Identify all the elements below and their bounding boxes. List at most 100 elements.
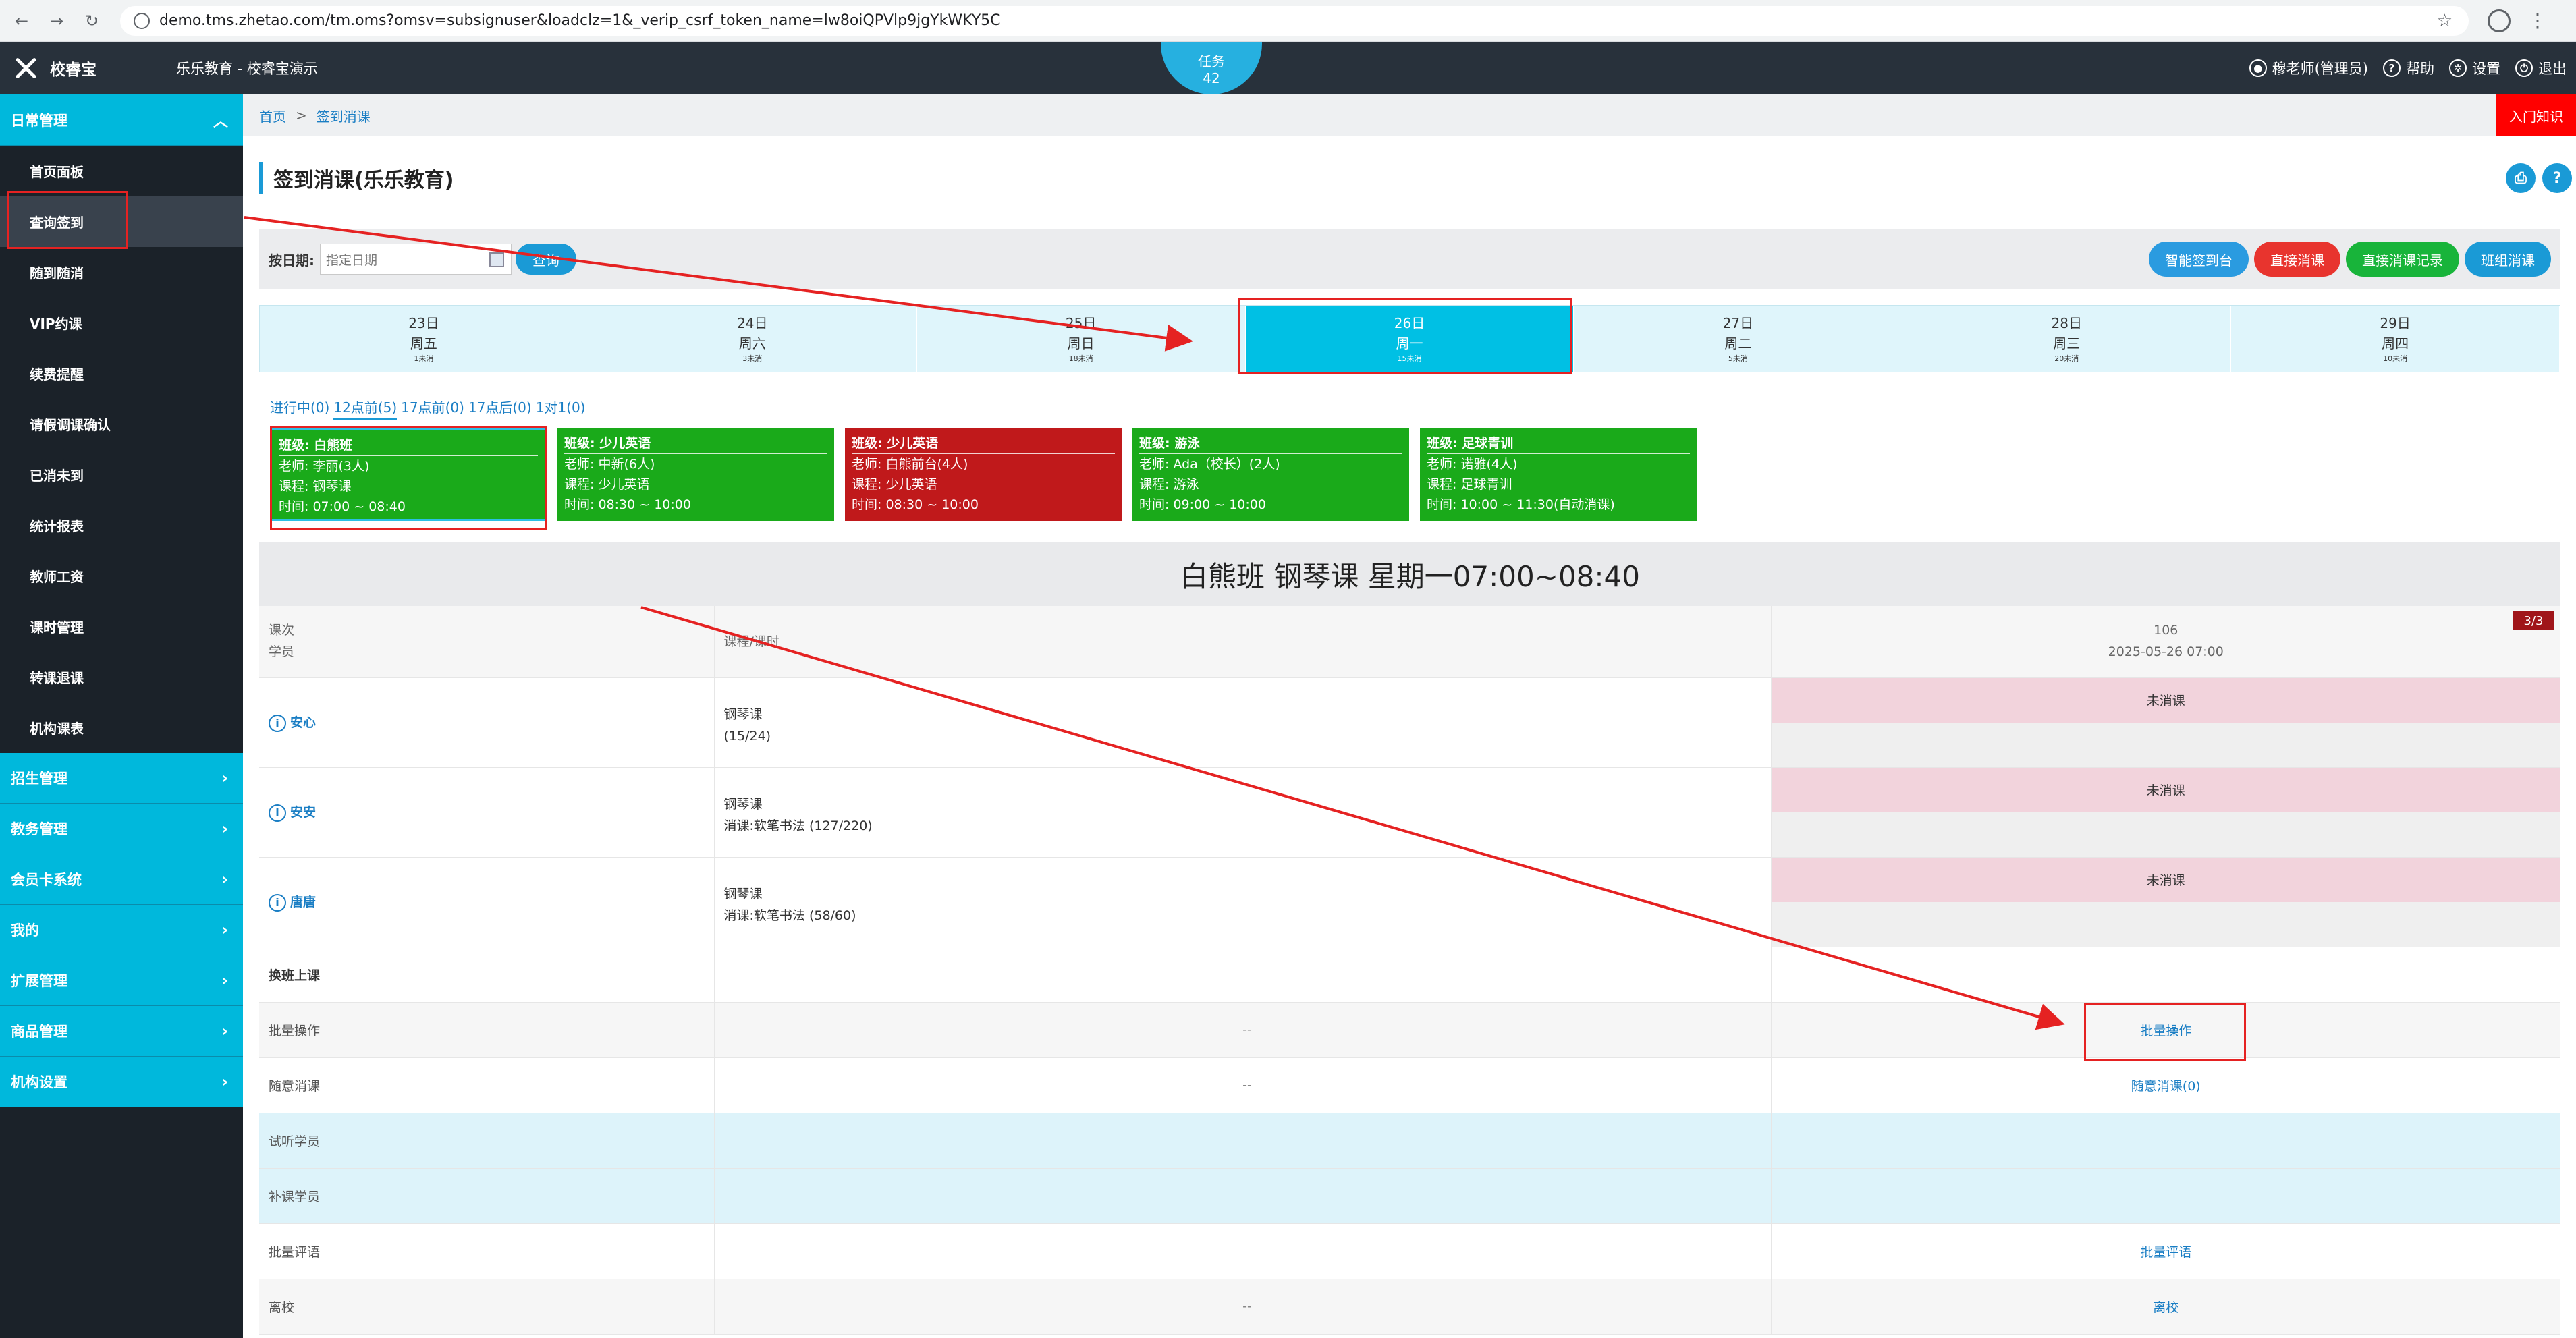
class-card-time: 时间: 08:30 ~ 10:00 [852,497,979,512]
question-icon: ? [2552,169,2562,187]
sidebar-cat-label: 会员卡系统 [11,872,82,888]
sidebar-item-instant[interactable]: 随到随消 [0,247,243,298]
row-placeholder: -- [713,1057,1771,1113]
day-cell[interactable]: 24日 周六 3未消 [588,306,917,372]
student-name[interactable]: 安安 [290,805,316,820]
sidebar-section-daily[interactable]: 日常管理 ︿ [0,94,243,146]
info-icon[interactable]: i [269,893,286,912]
class-card-title: 班级: 足球青训 [1427,433,1690,454]
sidebar-item-reports[interactable]: 统计报表 [0,500,243,551]
sidebar-cat-mine[interactable]: 我的 › [0,905,243,955]
status-filter-before-12[interactable]: 12点前(5) [333,397,398,420]
random-consume-link[interactable]: 随意消课(0) [2131,1079,2201,1094]
chevron-right-icon: › [221,920,228,939]
logout-link[interactable]: ⏻ 退出 [2515,58,2567,78]
help-link[interactable]: ? 帮助 [2383,58,2434,78]
account-icon[interactable] [2488,9,2511,32]
task-badge[interactable]: 任务 42 [1161,42,1262,94]
row-label: 随意消课 [259,1057,714,1113]
calendar-icon[interactable] [489,252,504,267]
query-button[interactable]: 查询 [516,244,576,275]
sidebar-cat-extension[interactable]: 扩展管理 › [0,955,243,1006]
browser-menu-icon[interactable]: ⋮ [2528,9,2547,32]
row-placeholder: -- [713,1279,1771,1335]
day-cell[interactable]: 29日 周四 10未消 [2231,306,2560,372]
sidebar-cat-goods[interactable]: 商品管理 › [0,1006,243,1057]
reload-icon[interactable]: ↻ [78,7,105,34]
leave-link[interactable]: 离校 [2153,1300,2178,1315]
sidebar-item-vip[interactable]: VIP约课 [0,298,243,348]
org-name: 乐乐教育 - 校睿宝演示 [176,61,318,77]
direct-consume-records-button[interactable]: 直接消课记录 [2346,242,2459,277]
sidebar-item-absent[interactable]: 已消未到 [0,449,243,500]
status-filter-before-17[interactable]: 17点前(0) [401,397,464,420]
day-date: 23日 [408,315,439,331]
help-icon: ? [2383,59,2401,77]
print-button[interactable]: ⎙ [2506,163,2536,193]
day-date: 24日 [737,315,768,331]
student-name[interactable]: 唐唐 [290,895,316,910]
sidebar-cat-academic[interactable]: 教务管理 › [0,804,243,854]
settings-link[interactable]: ✲ 设置 [2449,58,2500,78]
class-card-time: 时间: 10:00 ~ 11:30(自动消课) [1427,497,1615,512]
sidebar-cat-label: 机构设置 [11,1074,67,1090]
day-weekday: 周六 [738,335,766,352]
table-row-trial: 试听学员 [259,1113,2560,1169]
breadcrumb-home[interactable]: 首页 [259,106,286,126]
class-card[interactable]: 班级: 足球青训 老师: 诺雅(4人) 课程: 足球青训 时间: 10:00 ~… [1420,428,1697,521]
direct-consume-button[interactable]: 直接消课 [2254,242,2340,277]
group-consume-button[interactable]: 班组消课 [2465,242,2551,277]
bookmark-star-icon[interactable]: ☆ [2437,11,2452,31]
day-weekday: 周五 [410,335,437,352]
app-header: 校睿宝 乐乐教育 - 校睿宝演示 任务 42 ● 穆老师(管理员) ? 帮助 ✲… [0,42,2576,94]
sidebar-cat-membership[interactable]: 会员卡系统 › [0,854,243,905]
sidebar-cat-org-settings[interactable]: 机构设置 › [0,1057,243,1107]
class-card[interactable]: 班级: 少儿英语 老师: 中新(6人) 课程: 少儿英语 时间: 08:30 ~… [557,428,834,521]
sidebar-item-label: 统计报表 [30,518,84,534]
sidebar-item-leave-confirm[interactable]: 请假调课确认 [0,399,243,449]
chevron-right-icon: › [221,1022,228,1040]
status-filter-in-progress[interactable]: 进行中(0) [270,397,329,420]
day-cell[interactable]: 25日 周日 18未消 [917,306,1246,372]
day-date: 27日 [1722,315,1754,331]
back-arrow-icon[interactable]: ← [8,7,35,34]
breadcrumb-current[interactable]: 签到消课 [317,106,371,126]
sidebar-item-salary[interactable]: 教师工资 [0,551,243,601]
class-card-teacher: 老师: 中新(6人) [564,457,655,472]
help-button[interactable]: ? [2542,163,2572,193]
sidebar-item-transfer[interactable]: 转课退课 [0,652,243,702]
student-name[interactable]: 安心 [290,715,316,730]
batch-comment-link[interactable]: 批量评语 [2140,1245,2191,1260]
user-menu[interactable]: ● 穆老师(管理员) [2249,58,2368,78]
status-filter-after-17[interactable]: 17点后(0) [468,397,532,420]
status-not-consumed[interactable]: 未消课 [1771,677,2560,723]
help-label: 帮助 [2406,61,2434,77]
status-filter-one-on-one[interactable]: 1对1(0) [536,397,586,420]
status-not-consumed[interactable]: 未消课 [1771,857,2560,902]
site-info-icon[interactable] [134,12,150,29]
row-label: 离校 [259,1279,714,1335]
forward-arrow-icon[interactable]: → [43,7,70,34]
sidebar-item-label: 教师工资 [30,569,84,585]
date-input[interactable]: 指定日期 [320,244,512,275]
sidebar-item-dashboard[interactable]: 首页面板 [0,146,243,196]
lock-icon: ● [2249,59,2267,77]
sidebar-item-schedule[interactable]: 机构课表 [0,702,243,753]
info-icon[interactable]: i [269,714,286,732]
intro-knowledge-button[interactable]: 入门知识 [2496,94,2576,136]
day-cell[interactable]: 28日 周三 20未消 [1902,306,2232,372]
class-card[interactable]: 班级: 游泳 老师: Ada（校长）(2人) 课程: 游泳 时间: 09:00 … [1132,428,1409,521]
class-card-time: 时间: 08:30 ~ 10:00 [564,497,691,512]
status-not-consumed[interactable]: 未消课 [1771,767,2560,812]
sidebar-item-renewal[interactable]: 续费提醒 [0,348,243,399]
class-card[interactable]: 班级: 少儿英语 老师: 白熊前台(4人) 课程: 少儿英语 时间: 08:30… [845,428,1122,521]
smart-signin-button[interactable]: 智能签到台 [2149,242,2249,277]
info-icon[interactable]: i [269,804,286,822]
sidebar-cat-enroll[interactable]: 招生管理 › [0,753,243,804]
day-cell[interactable]: 27日 周二 5未消 [1574,306,1903,372]
address-bar[interactable]: demo.tms.zhetao.com/tm.oms?omsv=subsignu… [120,5,2469,36]
row-label: 批量操作 [259,1002,714,1058]
sidebar-item-hours[interactable]: 课时管理 [0,601,243,652]
day-cell[interactable]: 23日 周五 1未消 [260,306,588,372]
status-filters: 进行中(0) 12点前(5) 17点前(0) 17点后(0) 1对1(0) [270,397,585,420]
